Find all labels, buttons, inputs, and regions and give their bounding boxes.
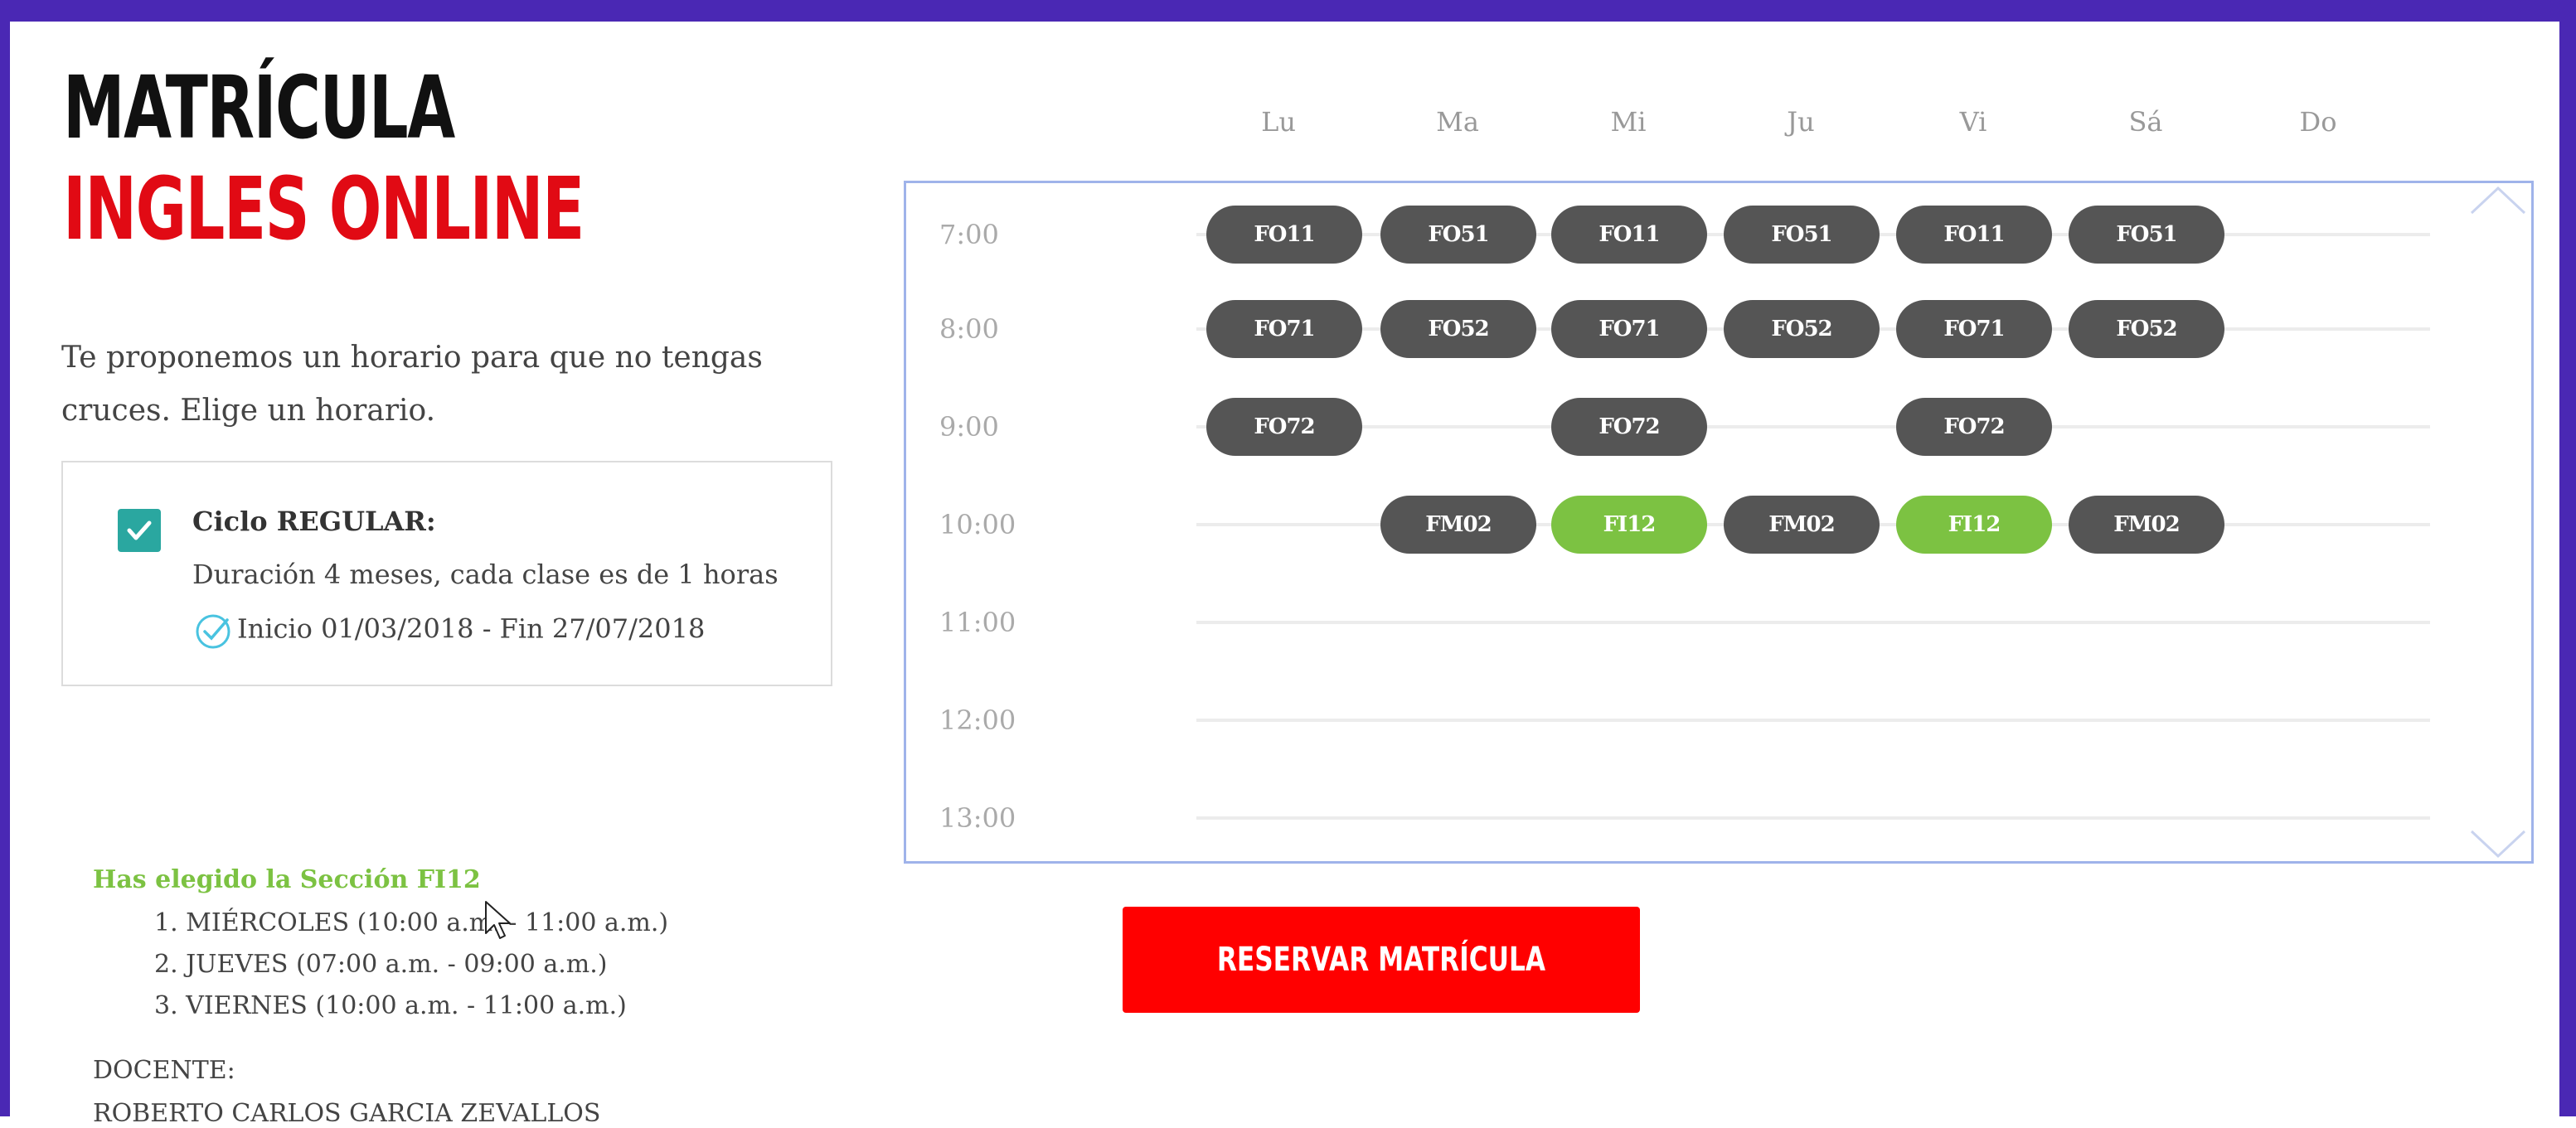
schedule-slot-chip[interactable]: FI12	[1551, 496, 1707, 554]
cycle-option-card[interactable]: Ciclo REGULAR: Duración 4 meses, cada cl…	[61, 461, 832, 686]
hour-label: 7:00	[939, 219, 999, 250]
cycle-description: Duración 4 meses, cada clase es de 1 hor…	[192, 559, 779, 590]
cycle-dates-row: Inicio 01/03/2018 - Fin 27/07/2018	[192, 610, 705, 651]
schedule-slot-chip[interactable]: FO52	[1724, 300, 1880, 358]
checkmark-icon	[127, 520, 152, 540]
schedule-slot-chip[interactable]: FO51	[2069, 206, 2224, 264]
day-header: Vi	[1959, 106, 1987, 138]
hour-label: 12:00	[939, 704, 1016, 736]
hour-gridline	[1196, 425, 2430, 428]
schedule-slot-chip[interactable]: FO11	[1551, 206, 1707, 264]
hour-gridline	[1196, 816, 2430, 820]
session-item: 2. JUEVES (07:00 a.m. - 09:00 a.m.)	[154, 950, 608, 979]
day-header: Lu	[1261, 106, 1296, 138]
day-header: Ma	[1436, 106, 1479, 138]
schedule-slot-chip[interactable]: FO51	[1724, 206, 1880, 264]
cycle-checkbox[interactable]	[118, 509, 161, 552]
hour-label: 11:00	[939, 607, 1016, 638]
hour-gridline	[1196, 719, 2430, 722]
day-header: Sá	[2128, 106, 2163, 138]
hour-label: 10:00	[939, 509, 1016, 540]
schedule-slot-chip[interactable]: FO52	[1380, 300, 1536, 358]
schedule-slot-chip[interactable]: FO71	[1206, 300, 1362, 358]
schedule-slot-chip[interactable]: FO11	[1896, 206, 2052, 264]
schedule-slot-chip[interactable]: FO11	[1206, 206, 1362, 264]
page-subtitle: INGLES ONLINE	[63, 158, 585, 259]
schedule-slot-chip[interactable]: FM02	[2069, 496, 2224, 554]
teacher-name: ROBERTO CARLOS GARCIA ZEVALLOS	[93, 1099, 601, 1128]
day-header: Mi	[1610, 106, 1647, 138]
check-circle-icon	[196, 614, 230, 649]
cycle-title: Ciclo REGULAR:	[192, 506, 436, 537]
teacher-label: DOCENTE:	[93, 1056, 235, 1085]
schedule-grid: 7:00 FO11 FO51 FO11 FO51 FO11 FO51 8:00 FO71 FO52…	[904, 181, 2534, 864]
schedule-slot-chip[interactable]: FO72	[1206, 398, 1362, 456]
schedule-slot-chip[interactable]: FI12	[1896, 496, 2052, 554]
schedule-slot-chip[interactable]: FO72	[1896, 398, 2052, 456]
hour-label: 9:00	[939, 411, 999, 443]
hour-label: 8:00	[939, 313, 999, 345]
mouse-cursor-icon	[485, 901, 511, 939]
day-header: Ju	[1787, 106, 1815, 138]
scroll-down-icon[interactable]	[2465, 828, 2531, 861]
scroll-up-icon[interactable]	[2465, 183, 2531, 216]
schedule-slot-chip[interactable]: FM02	[1380, 496, 1536, 554]
schedule-slot-chip[interactable]: FO71	[1896, 300, 2052, 358]
schedule-slot-chip[interactable]: FM02	[1724, 496, 1880, 554]
reserve-enrollment-button[interactable]: RESERVAR MATRÍCULA	[1123, 907, 1640, 1013]
page-title: MATRÍCULA	[63, 57, 455, 158]
schedule-slot-chip[interactable]: FO72	[1551, 398, 1707, 456]
selected-section-heading: Has elegido la Sección FI12	[93, 865, 481, 894]
hour-label: 13:00	[939, 802, 1016, 834]
intro-text: Te proponemos un horario para que no ten…	[61, 341, 763, 428]
schedule-slot-chip[interactable]: FO71	[1551, 300, 1707, 358]
cycle-dates: Inicio 01/03/2018 - Fin 27/07/2018	[237, 612, 706, 645]
schedule-slot-chip[interactable]: FO52	[2069, 300, 2224, 358]
session-item: 3. VIERNES (10:00 a.m. - 11:00 a.m.)	[154, 991, 627, 1020]
schedule-slot-chip[interactable]: FO51	[1380, 206, 1536, 264]
hour-gridline	[1196, 621, 2430, 624]
day-header: Do	[2299, 106, 2337, 138]
session-item: 1. MIÉRCOLES (10:00 a.m. - 11:00 a.m.)	[154, 908, 669, 937]
